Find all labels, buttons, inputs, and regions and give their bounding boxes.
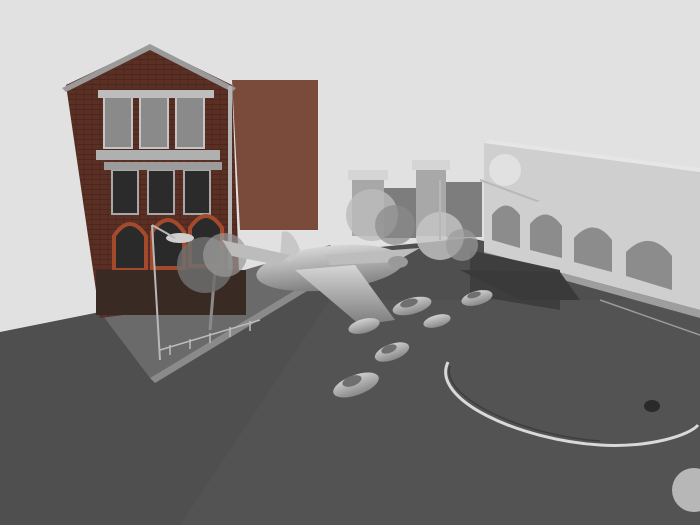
3d-city-render	[0, 0, 700, 525]
round-window	[489, 154, 521, 186]
plane-nose	[388, 256, 408, 268]
building-side-wall	[232, 80, 318, 230]
middle-windows	[104, 162, 222, 215]
